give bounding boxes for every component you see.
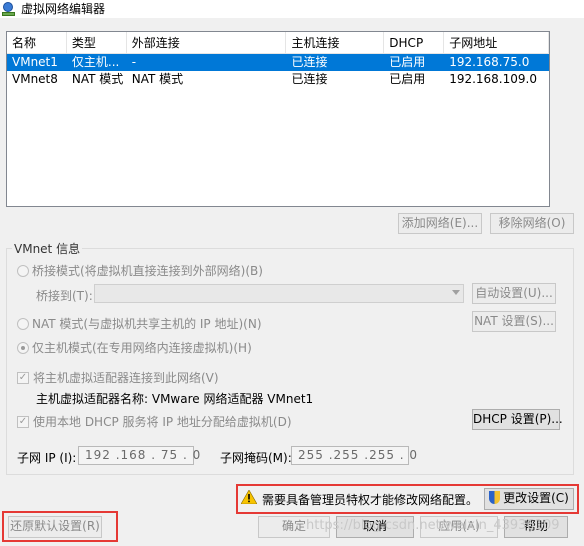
column-header-external[interactable]: 外部连接 xyxy=(127,32,287,53)
auto-settings-button[interactable]: 自动设置(U)... xyxy=(472,283,556,304)
use-dhcp-checkbox[interactable]: ✓ 使用本地 DHCP 服务将 IP 地址分配给虚拟机(D) xyxy=(17,413,292,430)
bridged-mode-radio[interactable]: 桥接模式(将虚拟机直接连接到外部网络)(B) xyxy=(17,262,263,279)
checkmark-icon: ✓ xyxy=(17,371,29,384)
use-dhcp-label: 使用本地 DHCP 服务将 IP 地址分配给虚拟机(D) xyxy=(33,415,292,429)
table-cell: 已启用 xyxy=(389,55,426,69)
host-only-mode-label: 仅主机模式(在专用网络内连接虚拟机)(H) xyxy=(32,341,252,355)
column-header-dhcp[interactable]: DHCP xyxy=(384,32,445,53)
bridged-to-dropdown[interactable] xyxy=(94,284,464,303)
checkmark-icon: ✓ xyxy=(17,415,29,428)
vmnet-info-label: VMnet 信息 xyxy=(12,240,83,257)
restore-defaults-button[interactable]: 还原默认设置(R) xyxy=(8,516,102,538)
nat-mode-radio[interactable]: NAT 模式(与虚拟机共享主机的 IP 地址)(N) xyxy=(17,315,262,332)
network-list-header: 名称 类型 外部连接 主机连接 DHCP 子网地址 xyxy=(7,32,549,54)
window-title: 虚拟网络编辑器 xyxy=(21,2,106,16)
table-cell: NAT 模式 xyxy=(71,72,124,86)
bridged-mode-label: 桥接模式(将虚拟机直接连接到外部网络)(B) xyxy=(32,264,263,278)
bridged-to-label: 桥接到(T): xyxy=(36,289,93,303)
warning-icon xyxy=(241,490,257,504)
radio-selected-icon xyxy=(17,341,29,354)
radio-icon xyxy=(17,317,29,330)
dhcp-settings-button[interactable]: DHCP 设置(P)... xyxy=(472,409,563,430)
table-cell: NAT 模式 xyxy=(131,72,184,86)
table-row[interactable]: VMnet8 NAT 模式 NAT 模式 已连接 已启用 192.168.109… xyxy=(7,71,549,88)
blog-watermark: https://blog.csdn.net/weixin_43936109 xyxy=(306,518,560,533)
remove-network-button[interactable]: 移除网络(O) xyxy=(490,213,574,234)
add-network-button[interactable]: 添加网络(E)... xyxy=(398,213,482,234)
subnet-mask-field[interactable]: 255 .255 .255 . 0 xyxy=(291,446,417,465)
radio-icon xyxy=(17,264,29,277)
table-cell: 仅主机... xyxy=(71,55,120,69)
column-header-host[interactable]: 主机连接 xyxy=(286,32,385,53)
admin-warning-text: 需要具备管理员特权才能修改网络配置。 xyxy=(262,493,479,507)
change-settings-button[interactable]: 更改设置(C) xyxy=(484,488,574,510)
table-cell: 192.168.109.0 xyxy=(449,72,537,86)
chevron-down-icon xyxy=(452,290,460,295)
network-editor-app-icon xyxy=(2,2,16,16)
title-bar: 虚拟网络编辑器 xyxy=(0,0,584,18)
network-list[interactable]: 名称 类型 外部连接 主机连接 DHCP 子网地址 VMnet1 仅主机... … xyxy=(6,31,550,207)
table-cell: 192.168.75.0 xyxy=(449,55,530,69)
table-cell: 已连接 xyxy=(291,55,328,69)
uac-shield-icon xyxy=(489,491,501,504)
column-header-name[interactable]: 名称 xyxy=(7,32,67,53)
adapter-name-text: 主机虚拟适配器名称: VMware 网络适配器 VMnet1 xyxy=(36,392,314,406)
column-header-type[interactable]: 类型 xyxy=(67,32,127,53)
table-cell: VMnet8 xyxy=(12,72,58,86)
connect-adapter-checkbox[interactable]: ✓ 将主机虚拟适配器连接到此网络(V) xyxy=(17,369,219,386)
connect-adapter-label: 将主机虚拟适配器连接到此网络(V) xyxy=(33,371,219,385)
subnet-ip-field[interactable]: 192 .168 . 75 . 0 xyxy=(78,446,200,465)
table-cell: 已启用 xyxy=(389,72,426,86)
table-cell: - xyxy=(131,55,137,69)
subnet-ip-label: 子网 IP (I): xyxy=(17,451,77,465)
column-header-subnet[interactable]: 子网地址 xyxy=(444,32,549,53)
table-row[interactable]: VMnet1 仅主机... - 已连接 已启用 192.168.75.0 xyxy=(7,54,549,71)
nat-settings-button[interactable]: NAT 设置(S)... xyxy=(472,311,556,332)
table-cell: VMnet1 xyxy=(12,55,58,69)
change-settings-label: 更改设置(C) xyxy=(503,491,569,505)
table-cell: 已连接 xyxy=(291,72,328,86)
nat-mode-label: NAT 模式(与虚拟机共享主机的 IP 地址)(N) xyxy=(32,317,262,331)
subnet-mask-label: 子网掩码(M): xyxy=(220,451,292,465)
host-only-mode-radio[interactable]: 仅主机模式(在专用网络内连接虚拟机)(H) xyxy=(17,339,252,356)
